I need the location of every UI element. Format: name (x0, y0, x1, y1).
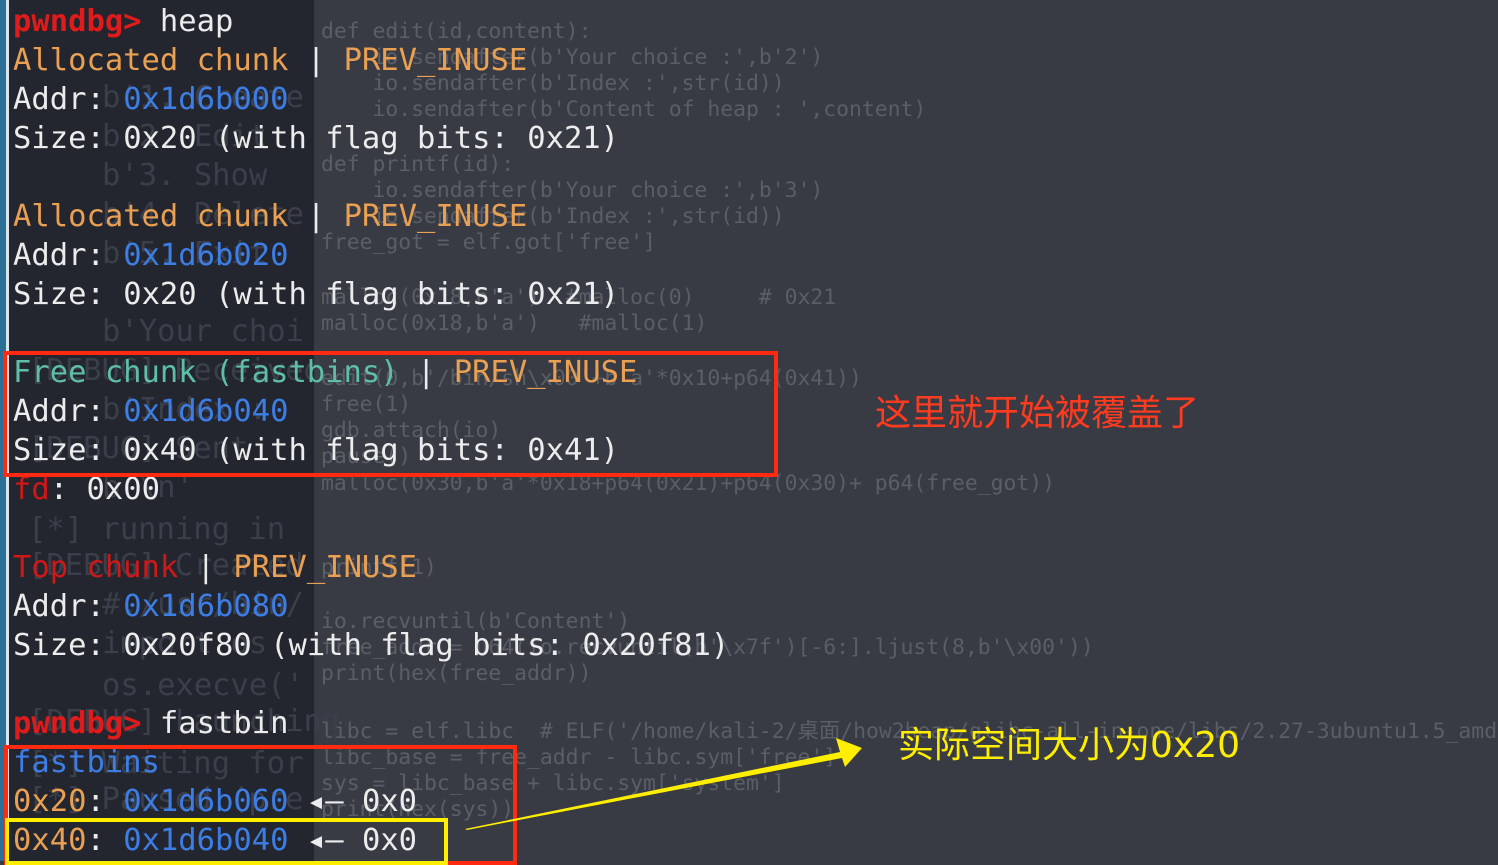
yellow-arrow-icon (465, 738, 862, 830)
annotation-arrow-layer (465, 738, 862, 830)
